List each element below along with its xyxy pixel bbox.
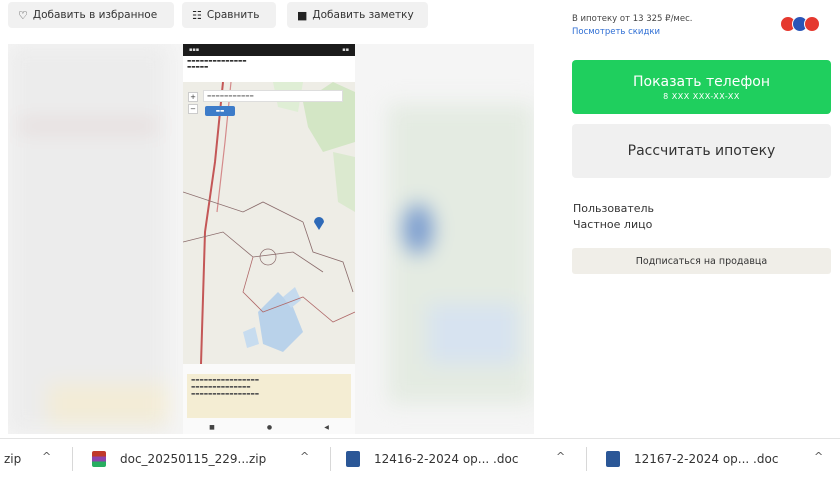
heart-icon: ♡	[18, 8, 28, 22]
downloads-bar: zip ^ doc_20250115_229...zip ^ 12416-2-2…	[0, 438, 840, 477]
seller-type: Пользователь	[573, 202, 655, 215]
download-item[interactable]: 12167-2-2024 ор... .doc	[606, 439, 806, 477]
word-file-icon	[346, 450, 360, 467]
photo-map-note: ▬▬▬▬▬▬▬▬▬▬▬▬▬▬▬▬ ▬▬▬▬▬▬▬▬▬▬▬▬▬▬ ▬▬▬▬▬▬▬▬▬▬…	[187, 374, 351, 418]
chevron-up-icon[interactable]: ^	[556, 450, 565, 463]
compare-icon: ☷	[192, 8, 202, 22]
chevron-up-icon[interactable]: ^	[300, 450, 309, 463]
subscribe-to-seller-button[interactable]: Подписаться на продавца	[572, 248, 831, 274]
download-item[interactable]: 12416-2-2024 ор... .doc	[346, 439, 546, 477]
map-find-button: ▬▬	[205, 106, 235, 116]
calculate-mortgage-button[interactable]: Рассчитать ипотеку	[572, 124, 831, 178]
masked-phone-number: 8 XXX XXX-XX-XX	[663, 91, 740, 101]
add-note-label: Добавить заметку	[312, 9, 414, 21]
phone-nav-bar: ■ ● ◀	[209, 423, 329, 431]
archive-file-icon	[92, 450, 106, 467]
download-file-name: 12167-2-2024 ор... .doc	[634, 451, 779, 466]
photo-gallery[interactable]: ▪▪▪ ▪▪ ▬▬▬▬▬▬▬▬▬▬▬▬▬▬ ▬▬▬▬▬ ▬▬▬▬▬▬▬▬▬▬▬ …	[8, 44, 534, 434]
show-phone-button[interactable]: Показать телефон 8 XXX XXX-XX-XX	[572, 60, 831, 114]
show-phone-label: Показать телефон	[632, 73, 771, 90]
bank-logo-icon	[804, 16, 820, 32]
photo-header-text: ▬▬▬▬▬▬▬▬▬▬▬▬▬▬ ▬▬▬▬▬	[183, 56, 355, 82]
download-item[interactable]: doc_20250115_229...zip	[92, 439, 292, 477]
note-icon: ■	[297, 8, 308, 22]
map-search-field: ▬▬▬▬▬▬▬▬▬▬▬	[203, 90, 343, 102]
listing-photo[interactable]: ▪▪▪ ▪▪ ▬▬▬▬▬▬▬▬▬▬▬▬▬▬ ▬▬▬▬▬ ▬▬▬▬▬▬▬▬▬▬▬ …	[183, 44, 355, 434]
compare-label: Сравнить	[206, 9, 260, 21]
view-discounts-link[interactable]: Посмотреть скидки	[572, 27, 660, 37]
bank-logos	[780, 16, 820, 32]
add-note-button[interactable]: ■ Добавить заметку	[287, 2, 428, 28]
download-file-name: doc_20250115_229...zip	[120, 451, 267, 466]
add-to-favorites-button[interactable]: ♡ Добавить в избранное	[8, 2, 174, 28]
download-file-name: zip	[4, 451, 22, 466]
cadastral-map: ▬▬▬▬▬▬▬▬▬▬▬ ▬▬ + −	[183, 81, 355, 365]
seller-name: Частное лицо	[573, 218, 653, 231]
add-to-favorites-label: Добавить в избранное	[32, 9, 158, 21]
compare-button[interactable]: ☷ Сравнить	[182, 2, 276, 28]
mortgage-monthly-text: В ипотеку от 13 325 ₽/мес.	[572, 14, 693, 24]
download-item[interactable]: zip	[4, 439, 64, 477]
phone-status-bar: ▪▪▪ ▪▪	[183, 44, 355, 56]
zoom-in-icon: +	[188, 92, 198, 102]
word-file-icon	[606, 450, 620, 467]
chevron-up-icon[interactable]: ^	[814, 450, 823, 463]
listing-page: ♡ Добавить в избранное ☷ Сравнить ■ Доба…	[0, 0, 840, 477]
zoom-out-icon: −	[188, 104, 198, 114]
chevron-up-icon[interactable]: ^	[42, 450, 51, 463]
map-drawing	[183, 81, 355, 365]
download-file-name: 12416-2-2024 ор... .doc	[374, 451, 519, 466]
